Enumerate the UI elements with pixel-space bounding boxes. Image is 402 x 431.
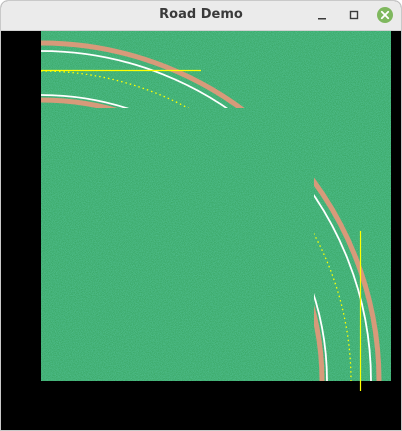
inner-grass xyxy=(41,102,320,382)
window-title: Road Demo xyxy=(159,7,243,22)
outer-shoulder xyxy=(41,40,382,382)
outer-grass xyxy=(41,31,398,382)
title-bar[interactable]: Road Demo xyxy=(1,1,401,31)
minimize-button[interactable] xyxy=(313,6,331,24)
close-button[interactable] xyxy=(376,6,394,24)
minimize-icon xyxy=(318,18,326,20)
app-window: Road Demo xyxy=(0,0,402,431)
maximize-icon xyxy=(349,10,359,20)
close-icon xyxy=(377,7,393,23)
road-drawing xyxy=(41,31,398,391)
road-quadrant xyxy=(41,31,398,382)
outer-edge-line xyxy=(41,50,372,382)
maximize-button[interactable] xyxy=(345,6,363,24)
road-canvas[interactable] xyxy=(1,31,401,430)
